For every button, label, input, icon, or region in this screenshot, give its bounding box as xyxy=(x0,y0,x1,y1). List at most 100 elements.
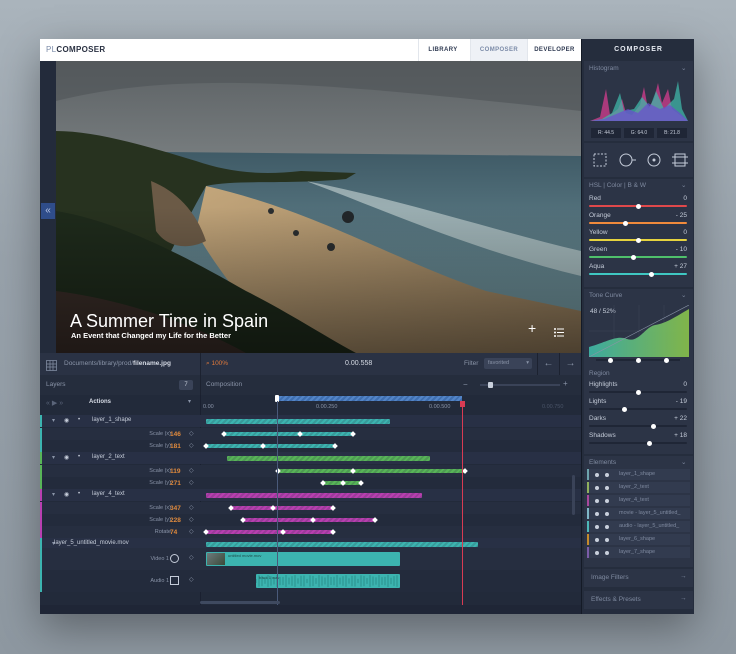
slider-knob[interactable] xyxy=(635,389,641,395)
element-item[interactable]: layer_2_text xyxy=(587,482,690,493)
track-bar[interactable] xyxy=(206,492,422,498)
element-item[interactable]: movie - layer_5_untitled_ xyxy=(587,508,690,519)
property-bar[interactable] xyxy=(243,518,375,522)
eye-icon[interactable] xyxy=(595,498,599,503)
lock-icon[interactable] xyxy=(605,472,609,477)
eye-icon[interactable]: ◉ xyxy=(64,417,69,424)
track-bar[interactable] xyxy=(227,455,430,461)
keyframe-icon[interactable]: ◇ xyxy=(189,516,194,523)
tab-developer[interactable]: DEVELOPER xyxy=(527,39,581,61)
element-item[interactable]: layer_6_shape xyxy=(587,534,690,545)
crop-icon[interactable] xyxy=(592,152,608,168)
grid-icon[interactable] xyxy=(46,358,57,371)
hsl-label[interactable]: HSL | Color | B & W xyxy=(589,182,646,189)
image-filters-panel[interactable]: Image Filters → xyxy=(584,569,693,587)
lock-icon[interactable] xyxy=(605,550,609,555)
region-darks-slider[interactable] xyxy=(589,423,687,429)
slider-knob[interactable] xyxy=(621,406,627,412)
keyframe-icon[interactable]: ◇ xyxy=(189,528,194,535)
property-value[interactable]: 146 xyxy=(170,431,181,438)
element-item[interactable]: audio - layer_5_untitled_ xyxy=(587,521,690,532)
video-clip[interactable]: untitled movie.mov xyxy=(206,552,400,566)
chevron-down-icon[interactable]: ⌄ xyxy=(681,64,686,72)
actions-label[interactable]: Actions xyxy=(89,399,111,405)
playhead-handle[interactable] xyxy=(460,401,465,407)
eye-icon[interactable] xyxy=(595,485,599,490)
track-bar[interactable] xyxy=(206,418,390,424)
element-item[interactable]: layer_7_shape xyxy=(587,547,690,558)
chevron-down-icon[interactable]: ⌄ xyxy=(681,291,686,299)
eye-icon[interactable] xyxy=(595,550,599,555)
lock-icon[interactable] xyxy=(605,511,609,516)
eye-icon[interactable]: ◉ xyxy=(64,491,69,498)
expand-icon[interactable]: ▾ xyxy=(52,491,55,498)
lock-icon[interactable]: • xyxy=(78,417,80,423)
keyframe-icon[interactable]: ◇ xyxy=(189,576,194,583)
property-row[interactable]: Scale (x) 347 ◇ xyxy=(40,502,581,514)
keyframe-icon[interactable]: ◇ xyxy=(189,479,194,486)
rotate-icon[interactable] xyxy=(618,152,636,168)
timeline-scrollbar[interactable] xyxy=(572,475,575,515)
hsl-yellow-slider[interactable] xyxy=(589,237,687,243)
region-shadows-slider[interactable] xyxy=(589,440,687,446)
property-value[interactable]: 181 xyxy=(170,443,181,450)
property-bar[interactable] xyxy=(206,530,333,534)
zoom-slider[interactable] xyxy=(480,382,560,388)
tone-curve-graph[interactable] xyxy=(589,305,689,357)
property-bar[interactable] xyxy=(206,444,335,448)
track-header[interactable]: ▾ ◉ • layer_4_text xyxy=(40,489,581,501)
transport-controls[interactable]: «▶» xyxy=(46,399,65,407)
property-row[interactable]: Scale (y) 181 ◇ xyxy=(40,440,581,452)
property-row[interactable]: Audio 1 ◇ track 1 wav xyxy=(40,570,581,592)
zoom-in-icon[interactable]: + xyxy=(563,380,568,388)
property-row[interactable]: Scale (y) 271 ◇ xyxy=(40,477,581,489)
property-bar[interactable] xyxy=(231,506,333,510)
slider-knob[interactable] xyxy=(635,203,641,209)
effects-presets-panel[interactable]: Effects & Presets → xyxy=(584,591,693,609)
zoom-out-icon[interactable]: − xyxy=(463,381,468,389)
lock-icon[interactable] xyxy=(605,498,609,503)
property-row[interactable]: Scale (x) 119 ◇ xyxy=(40,465,581,477)
property-row[interactable]: Rotate 74 ◇ xyxy=(40,526,581,538)
slider-knob[interactable] xyxy=(651,423,657,429)
tone-range-slider[interactable] xyxy=(596,357,680,363)
tab-library[interactable]: LIBRARY xyxy=(418,39,467,61)
arrow-right-icon[interactable]: → xyxy=(680,595,687,602)
region-lights-slider[interactable] xyxy=(589,406,687,412)
keyframe-icon[interactable]: ◇ xyxy=(189,467,194,474)
track-header[interactable]: ▾ ◉ • layer_2_text xyxy=(40,452,581,464)
keyframe-icon[interactable]: ◇ xyxy=(189,430,194,437)
eye-icon[interactable] xyxy=(595,511,599,516)
zoom-level[interactable]: ⌕ 100% xyxy=(206,360,228,368)
actions-chevron-icon[interactable]: ▾ xyxy=(188,398,191,405)
lock-icon[interactable] xyxy=(605,537,609,542)
eye-icon[interactable] xyxy=(595,537,599,542)
file-path[interactable]: Documents/library/prod/filename.jpg xyxy=(64,360,171,367)
track-bar[interactable] xyxy=(206,541,478,547)
hsl-green-slider[interactable] xyxy=(589,254,687,260)
property-row[interactable]: Scale (x) 146 ◇ xyxy=(40,428,581,440)
lock-icon[interactable]: • xyxy=(78,491,80,497)
add-icon[interactable]: + xyxy=(528,321,536,335)
slider-knob[interactable] xyxy=(622,220,628,226)
eye-icon[interactable] xyxy=(595,524,599,529)
chevron-down-icon[interactable]: ⌄ xyxy=(681,458,686,466)
hsl-red-slider[interactable] xyxy=(589,203,687,209)
slider-knob[interactable] xyxy=(647,440,653,446)
property-value[interactable]: 228 xyxy=(170,517,181,524)
eye-icon[interactable]: ◉ xyxy=(64,454,69,461)
zoom-slider-knob[interactable] xyxy=(488,382,493,388)
expand-icon[interactable]: ▾ xyxy=(52,417,55,424)
tone-knob[interactable] xyxy=(664,357,669,363)
property-bar[interactable] xyxy=(278,469,465,473)
expand-icon[interactable]: ▾ xyxy=(52,454,55,461)
resize-icon[interactable] xyxy=(672,152,688,168)
hsl-orange-slider[interactable] xyxy=(589,220,687,226)
lock-icon[interactable] xyxy=(605,485,609,490)
keyframe-icon[interactable]: ◇ xyxy=(189,504,194,511)
slider-knob[interactable] xyxy=(635,237,641,243)
tone-knob[interactable] xyxy=(636,357,641,363)
element-item[interactable]: layer_1_shape xyxy=(587,469,690,480)
slider-knob[interactable] xyxy=(649,271,655,277)
region-highlights-slider[interactable] xyxy=(589,389,687,395)
